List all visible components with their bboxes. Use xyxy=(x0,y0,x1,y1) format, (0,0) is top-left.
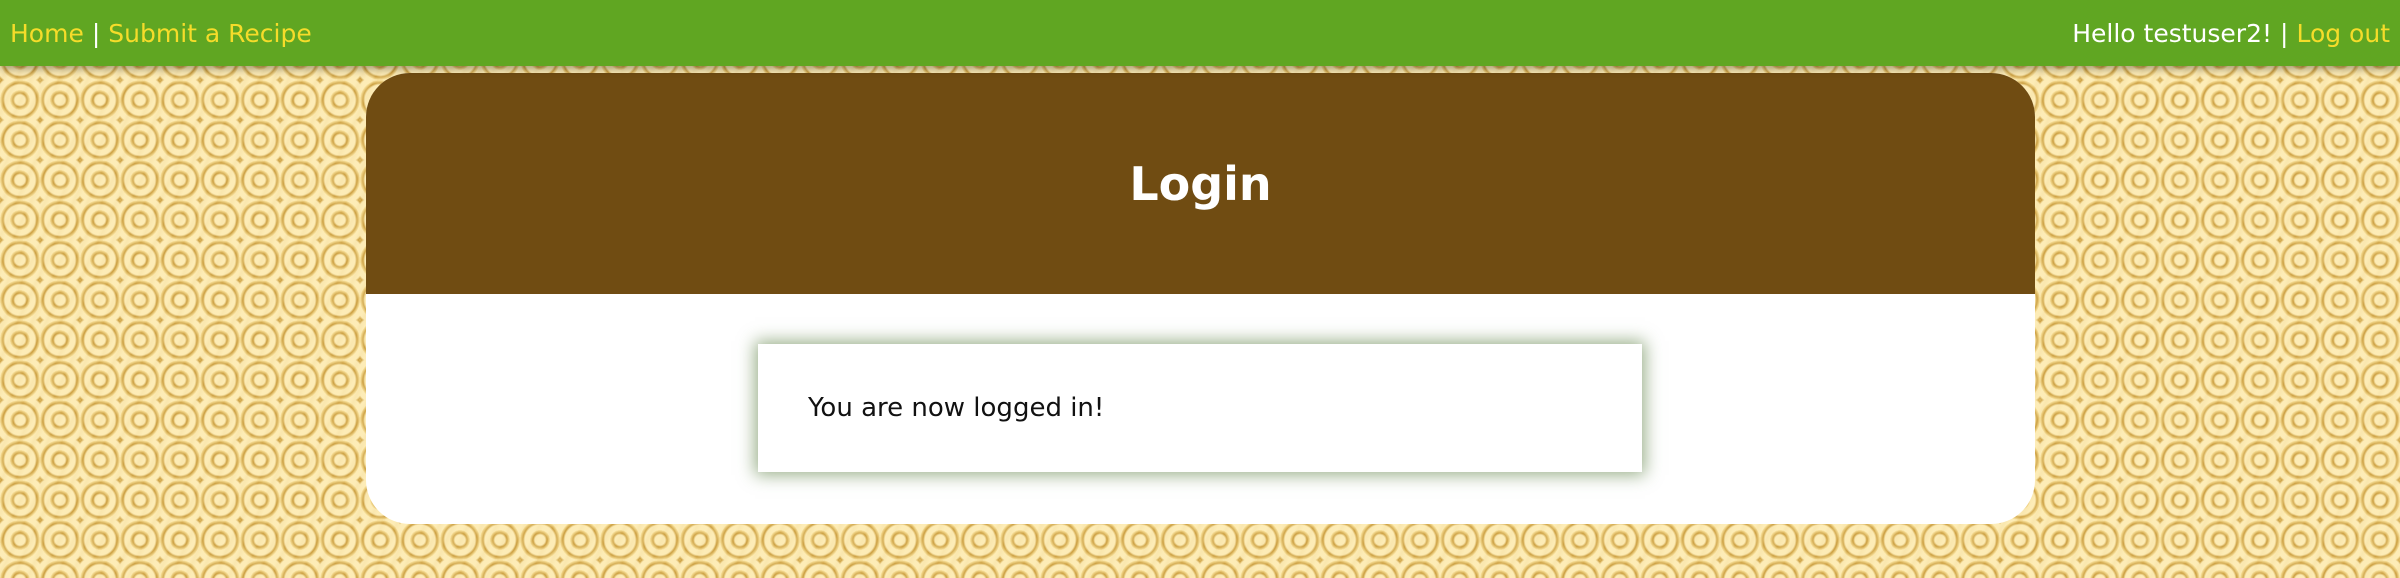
status-message-box: You are now logged in! xyxy=(758,344,1642,472)
nav-left: Home | Submit a Recipe xyxy=(10,19,312,48)
login-status-message: You are now logged in! xyxy=(808,393,1105,423)
nav-separator-right: | xyxy=(2280,18,2289,48)
page-title: Login xyxy=(1129,156,1272,211)
submit-recipe-link[interactable]: Submit a Recipe xyxy=(108,19,311,48)
login-card: Login You are now logged in! xyxy=(366,73,2035,524)
nav-right: Hello testuser2! | Log out xyxy=(2072,19,2390,48)
home-link[interactable]: Home xyxy=(10,19,84,48)
user-greeting: Hello testuser2! xyxy=(2072,18,2273,48)
nav-separator: | xyxy=(91,18,101,48)
top-nav-bar: Home | Submit a Recipe Hello testuser2! … xyxy=(0,0,2400,66)
login-card-header: Login xyxy=(366,73,2035,294)
logout-link[interactable]: Log out xyxy=(2296,19,2390,48)
